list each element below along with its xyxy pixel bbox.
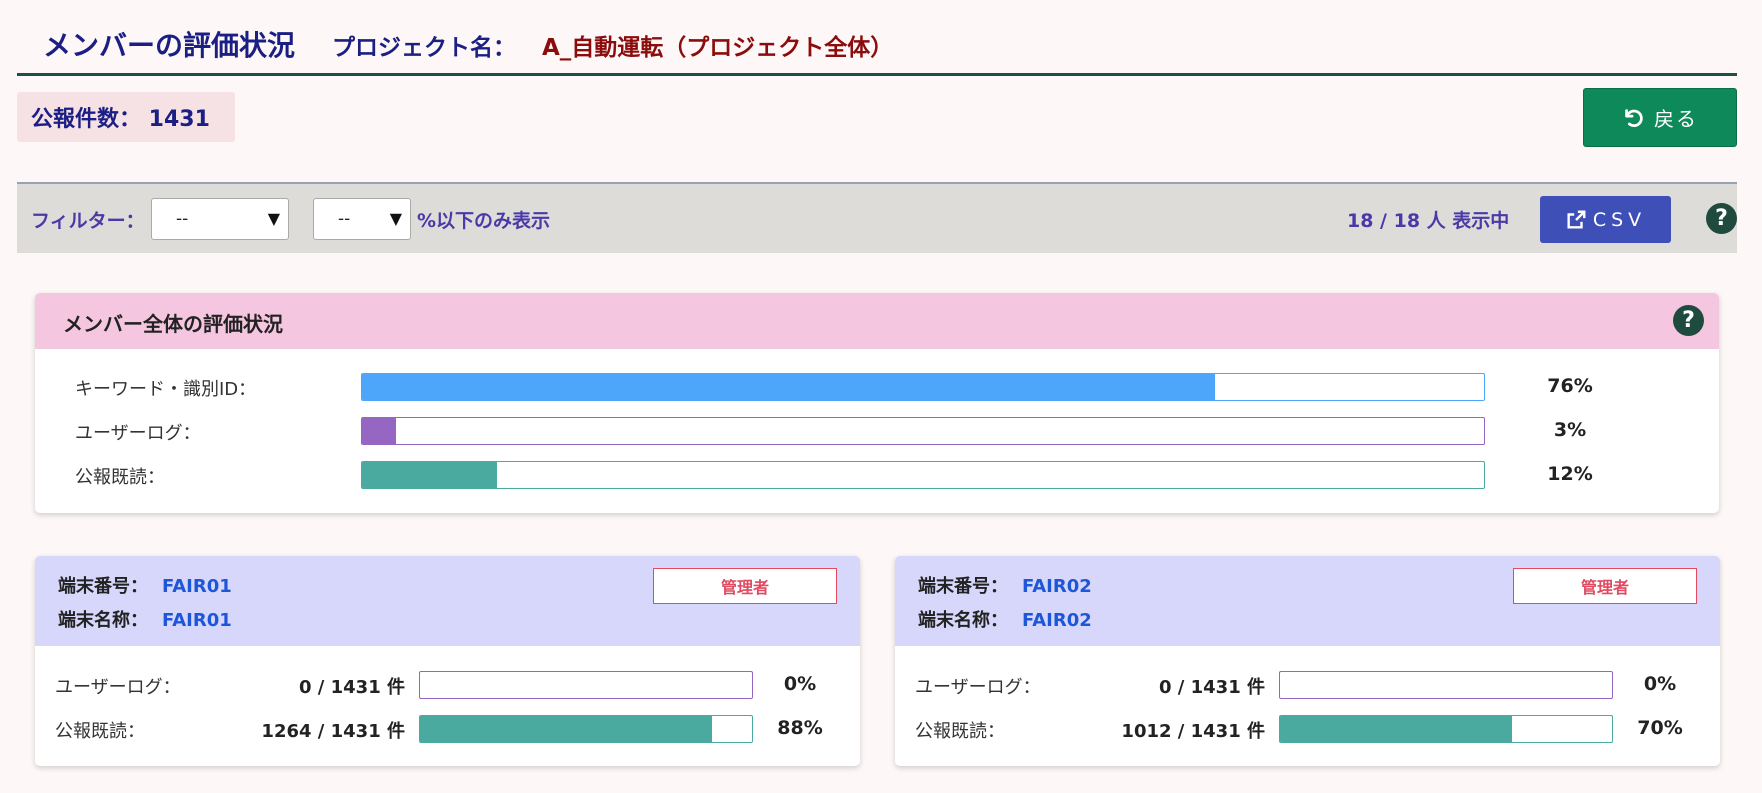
filter-label: フィルター： bbox=[31, 210, 145, 232]
project-label: プロジェクト名： bbox=[332, 35, 516, 61]
overall-card-header: メンバー全体の評価状況 ? bbox=[35, 293, 1719, 349]
progress-fill bbox=[420, 716, 713, 742]
member-row-count: 0 / 1431 件 bbox=[299, 677, 405, 698]
member-row-label: 公報既読： bbox=[915, 721, 1005, 742]
page-title: メンバーの評価状況 bbox=[43, 29, 296, 62]
terminal-name-label: 端末名称： bbox=[918, 610, 1008, 631]
overall-card-title: メンバー全体の評価状況 bbox=[63, 312, 283, 336]
publication-count-text: 公報件数： 1431 bbox=[31, 107, 210, 132]
member-row-count: 1012 / 1431 件 bbox=[1121, 721, 1265, 742]
member-row-count: 1264 / 1431 件 bbox=[261, 721, 405, 742]
overall-row-percent: 12% bbox=[1547, 463, 1593, 485]
overall-evaluation-card: メンバー全体の評価状況 ? キーワード・識別ID： 76% ユーザーログ： 3%… bbox=[35, 293, 1719, 513]
filter-category-value: -- bbox=[176, 209, 189, 229]
overall-row-label: ユーザーログ： bbox=[75, 423, 201, 444]
member-row-count: 0 / 1431 件 bbox=[1159, 677, 1265, 698]
terminal-number-label: 端末番号： bbox=[58, 576, 148, 597]
progress-fill bbox=[1280, 716, 1513, 742]
member-row-userlog: ユーザーログ： 0 / 1431 件 0% bbox=[35, 671, 860, 699]
csv-button-label: CSV bbox=[1592, 208, 1647, 231]
progress-fill bbox=[362, 418, 396, 444]
progress-bar bbox=[1279, 715, 1613, 743]
help-icon[interactable]: ? bbox=[1706, 203, 1737, 234]
project-name: A_自動運転（プロジェクト全体） bbox=[542, 35, 894, 61]
overall-row-percent: 3% bbox=[1553, 419, 1587, 441]
overall-row-label: キーワード・識別ID： bbox=[75, 379, 257, 400]
member-row-percent: 70% bbox=[1637, 717, 1683, 739]
member-row-read: 公報既読： 1264 / 1431 件 88% bbox=[35, 715, 860, 743]
overall-row-label: 公報既読： bbox=[75, 467, 165, 488]
chevron-down-icon: ▼ bbox=[389, 209, 402, 228]
progress-fill bbox=[362, 462, 497, 488]
page-header: メンバーの評価状況 プロジェクト名： A_自動運転（プロジェクト全体） bbox=[17, 0, 1737, 76]
overall-row-keyword: キーワード・識別ID： 76% bbox=[35, 373, 1719, 401]
csv-export-button[interactable]: CSV bbox=[1540, 196, 1671, 243]
admin-badge: 管理者 bbox=[653, 568, 837, 604]
terminal-name: 端末名称： FAIR02 bbox=[918, 606, 1092, 632]
progress-fill bbox=[362, 374, 1215, 400]
member-card: 端末番号： FAIR01 端末名称： FAIR01 管理者 ユーザーログ： 0 / … bbox=[35, 556, 860, 766]
member-card-header: 端末番号： FAIR02 端末名称： FAIR02 管理者 bbox=[895, 556, 1720, 646]
member-row-percent: 88% bbox=[777, 717, 823, 739]
member-card-header: 端末番号： FAIR01 端末名称： FAIR01 管理者 bbox=[35, 556, 860, 646]
terminal-name: 端末名称： FAIR01 bbox=[58, 606, 232, 632]
progress-bar bbox=[361, 461, 1485, 489]
terminal-number: 端末番号： FAIR02 bbox=[918, 572, 1092, 598]
member-row-label: ユーザーログ： bbox=[915, 677, 1041, 698]
help-icon[interactable]: ? bbox=[1673, 305, 1704, 336]
overall-row-userlog: ユーザーログ： 3% bbox=[35, 417, 1719, 445]
member-row-label: 公報既読： bbox=[55, 721, 145, 742]
filter-bar: フィルター： -- ▼ -- ▼ %以下のみ表示 18 / 18 人 表示中 C… bbox=[17, 182, 1737, 253]
member-row-read: 公報既読： 1012 / 1431 件 70% bbox=[895, 715, 1720, 743]
progress-bar bbox=[419, 671, 753, 699]
publication-count-badge: 公報件数： 1431 bbox=[17, 92, 235, 142]
chevron-down-icon: ▼ bbox=[267, 209, 280, 228]
terminal-name-value: FAIR02 bbox=[1022, 610, 1092, 631]
terminal-number-value: FAIR02 bbox=[1022, 576, 1092, 597]
filter-percent-value: -- bbox=[338, 209, 351, 229]
external-link-icon bbox=[1565, 209, 1587, 231]
terminal-name-value: FAIR01 bbox=[162, 610, 232, 631]
terminal-number-label: 端末番号： bbox=[918, 576, 1008, 597]
terminal-name-label: 端末名称： bbox=[58, 610, 148, 631]
back-button-label: 戻る bbox=[1654, 107, 1698, 131]
progress-bar bbox=[419, 715, 753, 743]
member-row-label: ユーザーログ： bbox=[55, 677, 181, 698]
terminal-number: 端末番号： FAIR01 bbox=[58, 572, 232, 598]
progress-bar bbox=[361, 417, 1485, 445]
filter-percent-select[interactable]: -- ▼ bbox=[313, 198, 411, 240]
overall-row-percent: 76% bbox=[1547, 375, 1593, 397]
member-row-percent: 0% bbox=[783, 673, 817, 695]
admin-badge: 管理者 bbox=[1513, 568, 1697, 604]
overall-row-read: 公報既読： 12% bbox=[35, 461, 1719, 489]
undo-icon bbox=[1622, 107, 1644, 129]
terminal-number-value: FAIR01 bbox=[162, 576, 232, 597]
progress-bar bbox=[1279, 671, 1613, 699]
member-row-percent: 0% bbox=[1643, 673, 1677, 695]
progress-bar bbox=[361, 373, 1485, 401]
filter-category-select[interactable]: -- ▼ bbox=[151, 198, 289, 240]
member-row-userlog: ユーザーログ： 0 / 1431 件 0% bbox=[895, 671, 1720, 699]
back-button[interactable]: 戻る bbox=[1583, 88, 1737, 147]
display-count: 18 / 18 人 表示中 bbox=[1347, 210, 1510, 232]
filter-suffix: %以下のみ表示 bbox=[417, 210, 551, 232]
member-card: 端末番号： FAIR02 端末名称： FAIR02 管理者 ユーザーログ： 0 / … bbox=[895, 556, 1720, 766]
